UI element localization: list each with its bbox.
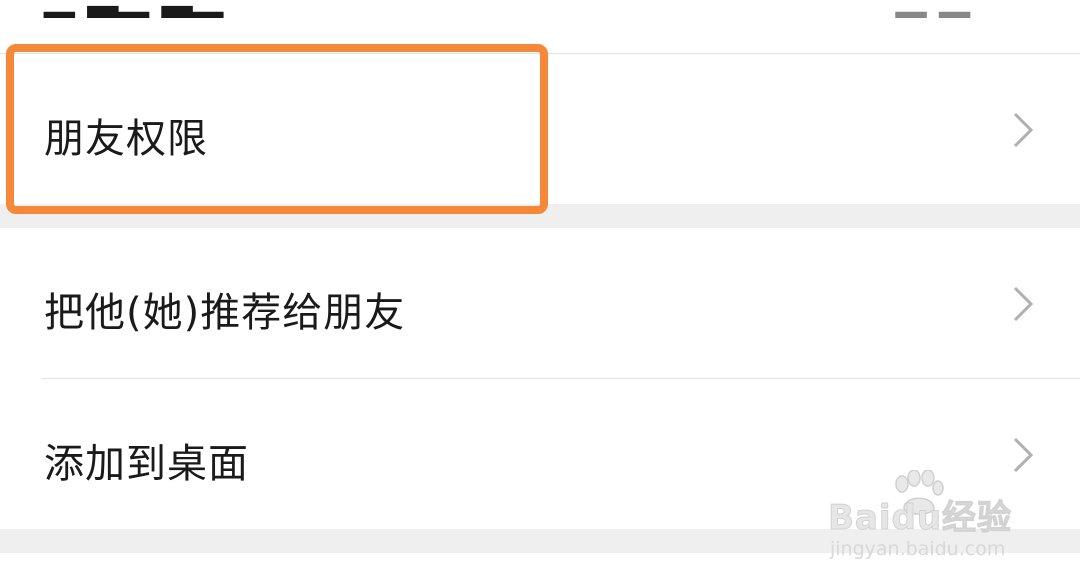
row-label: 朋友权限: [44, 116, 208, 162]
cut-off-row-label: ▁ ▂▁ ▂▁: [44, 0, 223, 18]
chevron-right-icon: [1012, 112, 1034, 148]
section-gap: [0, 204, 1080, 228]
cut-off-row[interactable]: ▁ ▂▁ ▂▁ ▁ ▁: [0, 0, 1080, 53]
chevron-right-icon: [1012, 286, 1034, 322]
row-label: 添加到桌面: [44, 441, 249, 487]
watermark-brand: Baidu经验: [827, 498, 1013, 539]
row-recommend-to-friend[interactable]: 把他(她)推荐给朋友: [0, 228, 1080, 378]
chevron-right-icon: [1012, 437, 1034, 473]
baidu-watermark: Baidu经验 jingyan.baidu.com: [827, 470, 1028, 570]
cut-off-row-value: ▁ ▁: [896, 0, 970, 18]
watermark-url: jingyan.baidu.com: [830, 538, 1006, 560]
contact-settings-page: ▁ ▂▁ ▂▁ ▁ ▁ 朋友权限 把他(她)推荐给朋友 添加到桌面: [0, 0, 1080, 588]
row-label: 把他(她)推荐给朋友: [44, 290, 406, 336]
row-friend-permissions[interactable]: 朋友权限: [0, 54, 1080, 204]
